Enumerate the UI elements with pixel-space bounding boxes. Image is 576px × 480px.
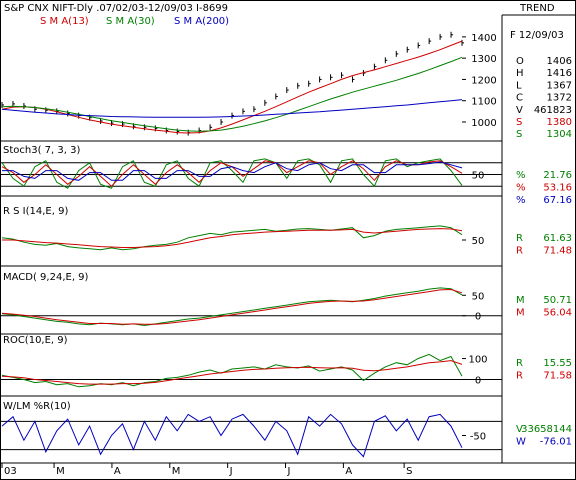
price-tick-label: 1200	[471, 75, 496, 86]
legend-sma30: S M A(30)	[106, 16, 155, 27]
roc-tick-label: 100	[468, 355, 487, 366]
rsi-readout-value: 71.48	[543, 246, 572, 257]
wlm-title: W/LM %R(10)	[3, 401, 71, 412]
macd-title: MACD( 9,24,E, 9)	[3, 272, 89, 283]
chart-border	[0, 0, 576, 480]
stoch-readout-value: 21.76	[543, 170, 572, 181]
stoch-readout-value: 53.16	[543, 183, 572, 194]
wlm-tick-label: -50	[470, 432, 486, 443]
trend-label: TREND	[519, 3, 555, 14]
info-key: C	[516, 93, 523, 104]
x-tick-label: J	[229, 466, 233, 477]
roc-readout-value: 15.55	[543, 358, 572, 369]
stoch-tick-label: 50	[472, 171, 485, 182]
x-tick-label: A	[114, 466, 121, 477]
wlm-readout-value: 33658144	[521, 424, 572, 435]
x-tick-label: M	[172, 466, 181, 477]
rsi-readout-key: R	[516, 233, 523, 244]
info-value: 1372	[547, 93, 572, 104]
info-key: L	[516, 80, 522, 91]
rsi-title: R S I(14,E, 9)	[3, 206, 68, 217]
roc-readout-key: R	[516, 358, 523, 369]
stoch-readout-key: %	[516, 183, 526, 194]
x-tick-label: A	[345, 466, 352, 477]
stoch-readout-key: %	[516, 170, 526, 181]
x-tick-label: S	[406, 466, 412, 477]
macd-readout-value: 56.04	[543, 308, 572, 319]
stoch-title: Stoch3( 7, 3, 3)	[3, 145, 80, 156]
roc-title: ROC(10,E, 9)	[3, 335, 68, 346]
macd-readout-key: M	[516, 295, 525, 306]
price-tick-label: 1100	[471, 97, 496, 108]
roc-readout-value: 71.58	[543, 371, 572, 382]
wlm-readout-key: W	[516, 437, 526, 448]
roc-tick-label: 0	[475, 375, 481, 386]
rsi-readout-value: 61.63	[543, 233, 572, 244]
info-key: V	[516, 105, 523, 116]
macd-readout-value: 50.71	[543, 295, 572, 306]
info-value: 1304	[547, 129, 572, 140]
chart-title: S&P CNX NIFT-Dly .07/02/03-12/09/03 I-86…	[4, 3, 228, 14]
macd-readout-key: M	[516, 308, 525, 319]
x-tick-label: J	[287, 466, 291, 477]
stoch-readout-key: %	[516, 195, 526, 206]
macd-tick-label: 50	[472, 291, 485, 302]
info-value: 1380	[547, 117, 572, 128]
x-tick-label: 03	[4, 466, 17, 477]
info-key: O	[516, 56, 524, 67]
info-value: 1406	[547, 56, 572, 67]
info-key: H	[516, 68, 524, 79]
price-tick-label: 1300	[471, 54, 496, 65]
info-value: 1367	[547, 80, 572, 91]
rsi-tick-label: 50	[472, 236, 485, 247]
info-date: F 12/09/03	[510, 30, 564, 41]
info-key: S	[516, 129, 522, 140]
macd-tick-label: 0	[475, 312, 481, 323]
info-value: 1416	[547, 68, 572, 79]
info-key: S	[516, 117, 522, 128]
price-tick-label: 1400	[471, 33, 496, 44]
price-tick-label: 1000	[471, 118, 496, 129]
legend-sma200: S M A(200)	[174, 16, 229, 27]
roc-readout-key: R	[516, 371, 523, 382]
technical-chart: S&P CNX NIFT-Dly .07/02/03-12/09/03 I-86…	[0, 0, 576, 480]
wlm-readout-value: -76.01	[540, 437, 572, 448]
legend-sma13: S M A(13)	[40, 16, 89, 27]
stoch-readout-value: 67.16	[543, 195, 572, 206]
x-tick-label: M	[56, 466, 65, 477]
info-value: 461823	[534, 105, 572, 116]
rsi-readout-key: R	[516, 246, 523, 257]
